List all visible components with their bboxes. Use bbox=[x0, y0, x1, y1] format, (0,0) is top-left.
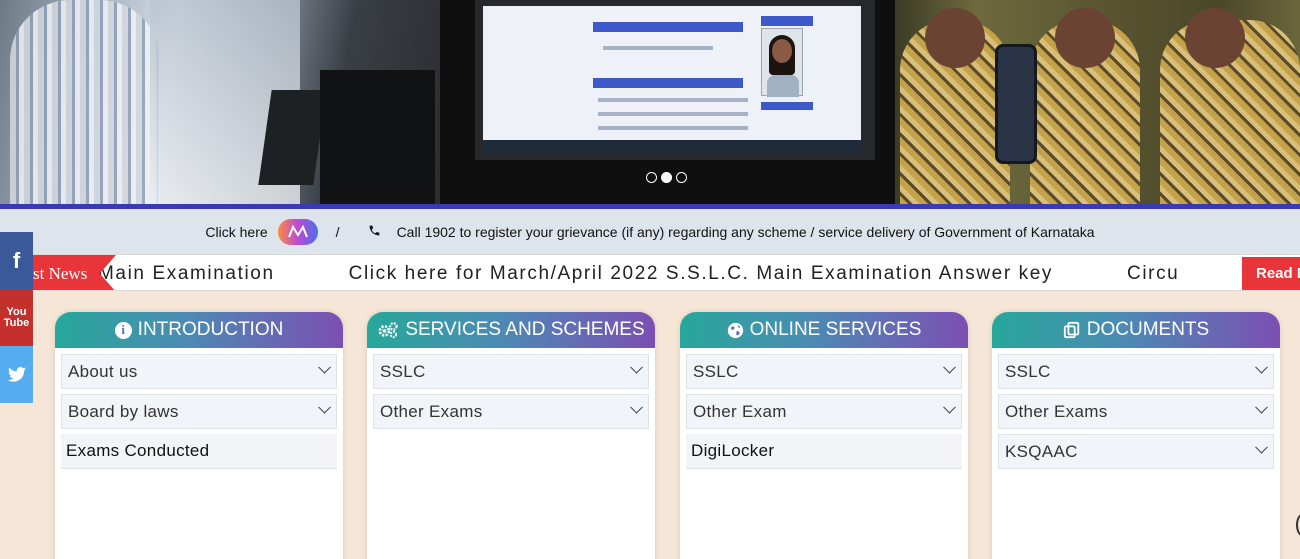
click-here-link[interactable]: Click here bbox=[205, 224, 267, 240]
ticker-item[interactable]: Click here for March/April 2022 S.S.L.C.… bbox=[349, 263, 1053, 285]
facebook-icon[interactable]: f bbox=[0, 232, 33, 289]
slider-dot[interactable] bbox=[676, 172, 687, 183]
chevron-down-icon bbox=[1255, 440, 1268, 454]
card-title: ONLINE SERVICES bbox=[749, 319, 922, 340]
ticker-track: Main Examination Click here for March/Ap… bbox=[98, 255, 1253, 290]
photo-monitor bbox=[320, 70, 435, 204]
slide-photo-office bbox=[0, 0, 440, 204]
twitter-icon[interactable] bbox=[0, 346, 33, 403]
accordion-label: SSLC bbox=[380, 361, 426, 381]
accordion-sslc[interactable]: SSLC bbox=[373, 354, 649, 389]
card-title: DOCUMENTS bbox=[1086, 319, 1210, 340]
hero-slider[interactable] bbox=[0, 0, 1300, 204]
copy-files-icon bbox=[1063, 321, 1081, 339]
globe-icon bbox=[727, 322, 744, 339]
accordion-label: SSLC bbox=[1005, 361, 1051, 381]
photo-phone bbox=[995, 44, 1037, 164]
social-sidebar: f You Tube bbox=[0, 232, 33, 403]
photo-person bbox=[10, 0, 160, 204]
link-exams-conducted[interactable]: Exams Conducted bbox=[61, 434, 337, 469]
photo-student bbox=[900, 8, 1010, 204]
card-header: i INTRODUCTION bbox=[55, 312, 343, 348]
card-header: ONLINE SERVICES bbox=[680, 312, 968, 348]
chevron-down-icon bbox=[630, 400, 643, 414]
youtube-icon[interactable]: You Tube bbox=[0, 289, 33, 346]
info-circle-icon: i bbox=[114, 321, 132, 339]
photo-form-page bbox=[483, 6, 861, 154]
card-introduction: i INTRODUCTION About us Board by laws Ex… bbox=[55, 312, 343, 559]
accordion-label: Other Exams bbox=[380, 401, 483, 421]
card-header: DOCUMENTS bbox=[992, 312, 1280, 348]
accordion-other-exam[interactable]: Other Exam bbox=[686, 394, 962, 429]
photo-monitor-screen bbox=[475, 0, 875, 160]
accordion-label: About us bbox=[68, 361, 138, 381]
slider-dot-active[interactable] bbox=[661, 172, 672, 183]
accordion-other-exams[interactable]: Other Exams bbox=[373, 394, 649, 429]
phone-icon bbox=[368, 224, 381, 240]
grievance-text: Call 1902 to register your grievance (if… bbox=[396, 223, 1095, 240]
card-title: INTRODUCTION bbox=[137, 319, 284, 340]
accordion-label: Other Exams bbox=[1005, 401, 1108, 421]
youtube-icon-text: Tube bbox=[3, 316, 30, 329]
accordion-sslc[interactable]: SSLC bbox=[998, 354, 1274, 389]
link-label: DigiLocker bbox=[691, 441, 775, 460]
photo-student bbox=[1160, 8, 1300, 204]
accordion-other-exams[interactable]: Other Exams bbox=[998, 394, 1274, 429]
chat-widget-icon[interactable] bbox=[1296, 514, 1300, 536]
chevron-down-icon bbox=[1255, 400, 1268, 414]
photo-keyboard bbox=[258, 90, 327, 185]
chevron-down-icon bbox=[318, 400, 331, 414]
photo-taskbar bbox=[483, 140, 861, 154]
card-online-services: ONLINE SERVICES SSLC Other Exam DigiLock… bbox=[680, 312, 968, 559]
card-documents: DOCUMENTS SSLC Other Exams KSQAAC bbox=[992, 312, 1280, 559]
link-label: Exams Conducted bbox=[66, 441, 210, 460]
card-title: SERVICES AND SCHEMES bbox=[405, 319, 645, 340]
chevron-down-icon bbox=[943, 360, 956, 374]
youtube-icon-text: You bbox=[6, 305, 27, 318]
mic-logo-icon[interactable] bbox=[277, 218, 318, 245]
accordion-about-us[interactable]: About us bbox=[61, 354, 337, 389]
ticker-item[interactable]: Circu bbox=[1127, 263, 1179, 285]
photo-student bbox=[1030, 8, 1140, 204]
chevron-down-icon bbox=[630, 360, 643, 374]
chevron-down-icon bbox=[1255, 360, 1268, 374]
photo-candidate bbox=[761, 28, 803, 97]
chevron-down-icon bbox=[943, 400, 956, 414]
slider-dot[interactable] bbox=[646, 172, 657, 183]
cogs-icon bbox=[377, 321, 399, 339]
card-header: SERVICES AND SCHEMES bbox=[367, 312, 655, 348]
link-digilocker[interactable]: DigiLocker bbox=[686, 434, 962, 469]
accordion-label: KSQAAC bbox=[1005, 441, 1078, 461]
slide-photo-students bbox=[895, 0, 1300, 204]
grievance-bar: Click here / Call 1902 to register your … bbox=[0, 209, 1300, 254]
chevron-down-icon bbox=[318, 360, 331, 374]
ticker-item[interactable]: Main Examination bbox=[98, 263, 275, 285]
separator: / bbox=[335, 223, 340, 240]
accordion-label: SSLC bbox=[693, 361, 739, 381]
accordion-board-by-laws[interactable]: Board by laws bbox=[61, 394, 337, 429]
accordion-ksqaac[interactable]: KSQAAC bbox=[998, 434, 1274, 469]
slider-dots bbox=[646, 172, 687, 183]
news-ticker: st News Main Examination Click here for … bbox=[0, 254, 1300, 291]
accordion-label: Board by laws bbox=[68, 401, 179, 421]
accordion-sslc[interactable]: SSLC bbox=[686, 354, 962, 389]
accordion-label: Other Exam bbox=[693, 401, 787, 421]
read-more-button[interactable]: Read M bbox=[1242, 257, 1300, 290]
card-services-and-schemes: SERVICES AND SCHEMES SSLC Other Exams bbox=[367, 312, 655, 559]
